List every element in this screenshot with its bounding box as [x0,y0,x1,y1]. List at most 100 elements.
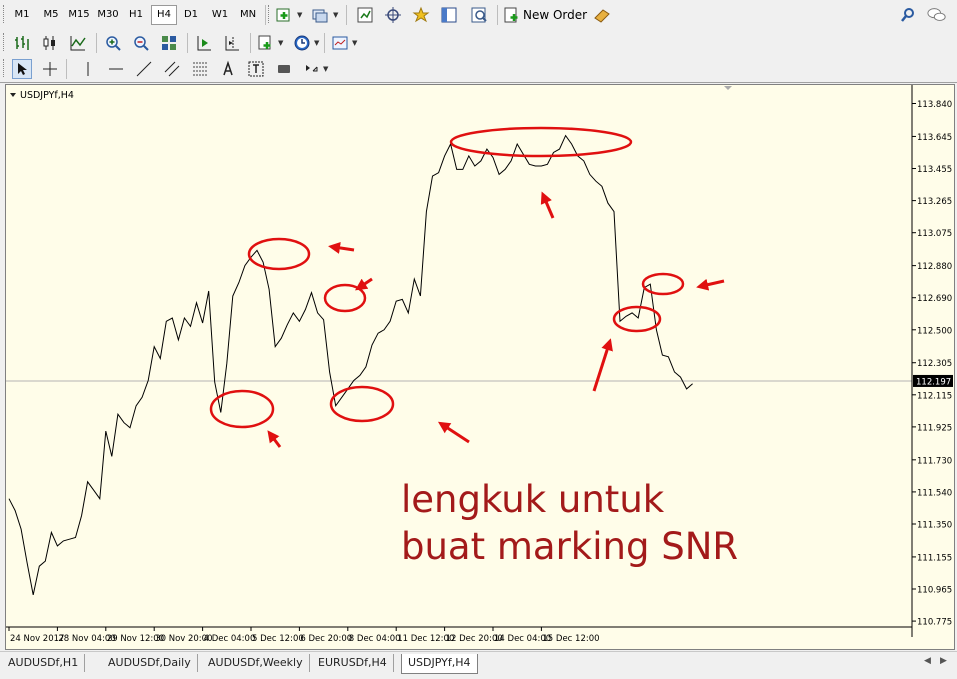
symbol-dropdown-icon[interactable] [10,93,16,97]
toolbar-row-3: ▼ [0,56,957,83]
toolbar-separator [187,33,188,53]
toolbar-row-2: ▼ ▼ ▼ [0,30,957,57]
text-icon[interactable] [218,59,238,79]
tab-eurusdf-h4[interactable]: EURUSDf,H4 [312,654,394,672]
annotation-arrow [544,197,553,218]
swing-point-circle [331,387,393,421]
x-tick-label: 6 Dec 20:00 [300,634,352,644]
new-order-icon [504,7,520,23]
timeframe-w1-button[interactable]: W1 [206,6,234,24]
tab-usdjpyf-h4[interactable]: USDJPYf,H4 [401,654,478,674]
search-icon[interactable] [898,5,918,25]
y-tick-label: 111.540 [917,488,952,498]
timeframe-mn-button[interactable]: MN [234,6,262,24]
horizontal-line-icon[interactable] [106,59,126,79]
timeframe-h4-button[interactable]: H4 [151,5,177,25]
rectangle-icon[interactable] [274,59,294,79]
timeframe-d1-button[interactable]: D1 [178,6,204,24]
profiles-icon[interactable] [310,5,330,25]
market-watch-icon[interactable] [355,5,375,25]
x-tick-label: 4 Dec 04:00 [204,634,256,644]
toolbar-separator [324,33,325,53]
arrows-icon[interactable] [302,59,322,79]
expert-advisors-icon[interactable] [592,5,612,25]
timeframe-m5-button[interactable]: M5 [38,6,64,24]
x-tick-label: 15 Dec 12:00 [542,634,599,644]
y-tick-label: 112.880 [917,262,952,272]
chat-icon[interactable] [927,5,947,25]
timeframe-m1-button[interactable]: M1 [10,6,34,24]
navigator-icon[interactable] [383,5,403,25]
y-tick-label: 113.455 [917,165,952,175]
equidistant-channel-icon[interactable] [162,59,182,79]
tab-scroll-right-icon[interactable]: ▶ [940,656,947,666]
tab-audusdf-daily[interactable]: AUDUSDf,Daily [102,654,198,672]
new-order-label: New Order [523,8,587,22]
new-chart-dropdown-icon[interactable]: ▼ [297,11,302,19]
tab-audusdf-h1[interactable]: AUDUSDf,H1 [2,654,85,672]
price-chart[interactable]: 113.840113.645113.455113.265113.075112.8… [6,85,954,649]
favorites-icon[interactable] [411,5,431,25]
x-tick-label: 24 Nov 2017 [10,634,64,644]
symbol-label: USDJPYf,H4 [20,90,74,101]
annotation-arrow [360,279,372,287]
indicators-icon[interactable] [256,33,276,53]
annotation-arrow [271,435,280,447]
line-chart-icon[interactable] [68,33,88,53]
cursor-icon[interactable] [12,59,32,79]
vertical-line-icon[interactable] [78,59,98,79]
toolbar-row-1: M1 M5 M15 M30 H1 H4 D1 W1 MN ▼ ▼ New Ord… [0,0,957,31]
zoom-in-icon[interactable] [103,33,123,53]
profiles-dropdown-icon[interactable]: ▼ [333,11,338,19]
periods-dropdown-icon[interactable]: ▼ [314,39,319,47]
y-tick-label: 113.840 [917,100,952,110]
swing-point-circle [643,274,683,294]
toolbar-separator [346,5,347,25]
periods-icon[interactable] [292,33,312,53]
toolbar-separator [265,5,266,25]
toolbar-grip[interactable] [3,59,7,77]
bar-chart-icon[interactable] [12,33,32,53]
chart-shift-icon[interactable] [222,33,242,53]
trend-line-icon[interactable] [134,59,154,79]
timeframe-m15-button[interactable]: M15 [66,6,92,24]
annotation-arrow [702,281,724,286]
chart-shift-marker-icon[interactable] [724,86,732,90]
chart-window[interactable]: 113.840113.645113.455113.265113.075112.8… [5,84,955,650]
y-tick-label: 112.690 [917,294,952,304]
fibonacci-icon[interactable] [190,59,210,79]
text-label-icon[interactable] [246,59,266,79]
timeframe-m30-button[interactable]: M30 [94,6,122,24]
new-chart-icon[interactable] [274,5,294,25]
tab-audusdf-weekly[interactable]: AUDUSDf,Weekly [202,654,310,672]
zoom-out-icon[interactable] [131,33,151,53]
strategy-tester-icon[interactable] [469,5,489,25]
toolbar-grip[interactable] [268,5,272,23]
candlestick-icon[interactable] [40,33,60,53]
timeframe-h1-button[interactable]: H1 [124,6,148,24]
annotation-line-1: lengkuk untuk [401,478,665,521]
new-order-button[interactable]: New Order [504,5,587,25]
y-tick-label: 111.350 [917,520,952,530]
templates-icon[interactable] [330,33,350,53]
swing-point-circle [325,285,365,311]
x-tick-label: 5 Dec 12:00 [252,634,304,644]
y-tick-label: 111.730 [917,456,952,466]
indicators-dropdown-icon[interactable]: ▼ [278,39,283,47]
toolbar-grip[interactable] [3,33,7,51]
swing-point-circle [249,239,309,269]
crosshair-icon[interactable] [40,59,60,79]
tab-scroll-left-icon[interactable]: ◀ [924,656,931,666]
arrows-dropdown-icon[interactable]: ▼ [323,65,328,73]
toolbar-separator [96,33,97,53]
auto-scroll-icon[interactable] [194,33,214,53]
y-tick-label: 113.645 [917,133,952,143]
data-window-icon[interactable] [439,5,459,25]
toolbar-grip[interactable] [3,5,7,23]
tile-windows-icon[interactable] [159,33,179,53]
chart-tabs: AUDUSDf,H1 AUDUSDf,Daily AUDUSDf,Weekly … [0,651,957,679]
swing-point-circle [614,307,660,331]
templates-dropdown-icon[interactable]: ▼ [352,39,357,47]
toolbar-separator [497,5,498,25]
annotation-arrow [334,247,354,250]
